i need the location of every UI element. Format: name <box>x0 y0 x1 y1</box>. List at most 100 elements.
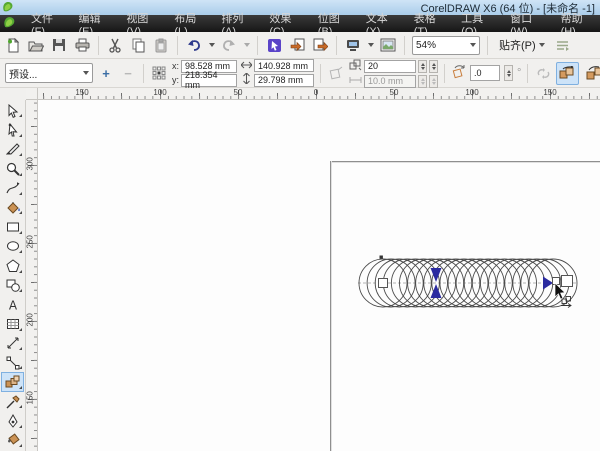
direct-blend-button[interactable] <box>556 61 580 85</box>
vruler-number: 250 <box>25 235 35 249</box>
vertical-ruler[interactable]: 300 250 200 150 <box>26 100 38 451</box>
blend-spacing-extra-spinner <box>429 74 439 88</box>
redo-dropdown-icon[interactable] <box>243 36 250 54</box>
object-origin-grid-icon[interactable] <box>150 64 168 82</box>
zoom-tool[interactable] <box>1 159 24 178</box>
remove-preset-button[interactable]: − <box>119 64 137 82</box>
blend-start-handle[interactable] <box>378 278 388 288</box>
loop-blend-icon <box>534 64 552 82</box>
degree-unit: ° <box>517 67 522 79</box>
object-width-icon <box>240 60 253 72</box>
object-position-group: x: 98.528 mm y: 218.354 mm <box>172 59 238 90</box>
blend-end-arrow-handle[interactable] <box>543 276 553 290</box>
object-size-group: 140.928 mm 29.798 mm <box>240 59 315 87</box>
preset-dropdown[interactable]: 预设... <box>5 63 93 83</box>
blend-spacing-field: 10.0 mm <box>364 74 417 88</box>
undo-icon[interactable] <box>185 36 203 54</box>
blend-steps-extra-spinner[interactable] <box>429 59 439 73</box>
basic-shapes-tool[interactable] <box>1 276 24 295</box>
coreldraw-logo-icon <box>2 1 14 16</box>
hruler-number: 100 <box>153 88 167 97</box>
snap-to-label: 贴齐(P) <box>499 40 536 52</box>
table-tool[interactable] <box>1 314 24 333</box>
toolbar-separator <box>98 35 99 55</box>
blend-steps-field[interactable]: 20 <box>364 59 417 73</box>
object-height-field[interactable]: 29.798 mm <box>254 73 315 87</box>
straight-line-connector-tool[interactable] <box>1 353 24 372</box>
object-height-icon <box>241 72 252 87</box>
freehand-tool[interactable] <box>1 179 24 198</box>
polygon-tool[interactable] <box>1 256 24 275</box>
add-preset-button[interactable]: + <box>97 64 115 82</box>
color-eyedropper-tool[interactable] <box>1 392 24 411</box>
propbar-separator <box>527 63 529 83</box>
cut-icon[interactable] <box>106 36 124 54</box>
blend-drawing[interactable] <box>38 100 600 451</box>
blend-spacing-icon <box>349 75 362 87</box>
crop-tool[interactable] <box>1 140 24 159</box>
new-document-icon[interactable] <box>4 36 22 54</box>
fill-tool[interactable] <box>1 431 24 450</box>
blend-steps-spinner[interactable] <box>418 59 428 73</box>
copy-icon[interactable] <box>129 36 147 54</box>
blend-end-object-handle[interactable] <box>561 275 573 287</box>
text-tool[interactable]: A <box>1 295 24 314</box>
hruler-number: 100 <box>465 88 479 97</box>
welcome-screen-icon[interactable] <box>379 36 397 54</box>
blend-rotation-field[interactable]: .0 <box>470 65 501 81</box>
ellipse-tool[interactable] <box>1 237 24 256</box>
property-bar: 预设... + − x: 98.528 mm y: 218.354 mm 140… <box>0 59 600 90</box>
blend-rotation-icon <box>451 64 466 82</box>
blend-rotation-spinner[interactable] <box>504 65 514 81</box>
outline-pen-tool[interactable] <box>1 411 24 430</box>
vruler-number: 150 <box>25 391 35 405</box>
pick-tool[interactable] <box>1 101 24 120</box>
zoom-level-select[interactable]: 54% <box>412 35 480 55</box>
blend-tool[interactable] <box>1 372 24 392</box>
blend-end-small-handle[interactable] <box>552 277 560 285</box>
save-icon[interactable] <box>50 36 68 54</box>
print-icon[interactable] <box>73 36 91 54</box>
smart-fill-tool[interactable] <box>1 198 24 217</box>
hruler-number: 0 <box>313 88 319 97</box>
vruler-number: 200 <box>25 313 35 327</box>
toolbar-separator <box>404 35 405 55</box>
object-width-field[interactable]: 140.928 mm <box>254 59 315 72</box>
open-icon[interactable] <box>27 36 45 54</box>
drawing-canvas[interactable] <box>38 100 600 451</box>
export-icon[interactable] <box>311 36 329 54</box>
scale-factor-icon <box>327 64 345 82</box>
hruler-number: 50 <box>389 88 399 97</box>
standard-toolbar: 54% 贴齐(P) <box>0 32 600 59</box>
toolbar-separator <box>257 35 258 55</box>
propbar-separator <box>143 63 144 83</box>
y-label: y: <box>172 75 180 85</box>
svg-text:A: A <box>8 298 17 312</box>
coreldraw-menu-logo-icon[interactable] <box>3 16 16 32</box>
import-icon[interactable] <box>288 36 306 54</box>
blend-steps-icon <box>349 59 362 74</box>
clockwise-blend-button[interactable] <box>583 62 600 85</box>
search-content-icon[interactable] <box>265 36 283 54</box>
options-icon[interactable] <box>554 36 572 54</box>
menu-bar: 文件(F) 编辑(E) 视图(V) 布局(L) 排列(A) 效果(C) 位图(B… <box>0 13 600 38</box>
toolbar-separator <box>336 35 337 55</box>
snap-to-button[interactable]: 贴齐(P) <box>495 36 549 54</box>
paste-icon[interactable] <box>152 36 170 54</box>
vruler-number: 300 <box>25 157 35 171</box>
node-marker[interactable] <box>379 255 383 259</box>
y-position-field[interactable]: 218.354 mm <box>181 70 238 90</box>
parallel-dimension-tool[interactable] <box>1 334 24 353</box>
blend-spacing-spinner <box>418 74 428 88</box>
rectangle-tool[interactable] <box>1 217 24 236</box>
application-launcher-icon[interactable] <box>344 36 362 54</box>
x-label: x: <box>172 61 180 71</box>
redo-icon[interactable] <box>220 36 238 54</box>
ruler-origin-corner[interactable] <box>26 88 38 100</box>
application-launcher-dropdown-icon[interactable] <box>367 36 374 54</box>
undo-dropdown-icon[interactable] <box>208 36 215 54</box>
propbar-separator <box>320 63 322 83</box>
horizontal-ruler[interactable]: 150 100 50 0 50 100 150 <box>38 88 600 100</box>
zoom-level-value: 54% <box>416 39 437 51</box>
shape-tool[interactable] <box>1 120 24 139</box>
